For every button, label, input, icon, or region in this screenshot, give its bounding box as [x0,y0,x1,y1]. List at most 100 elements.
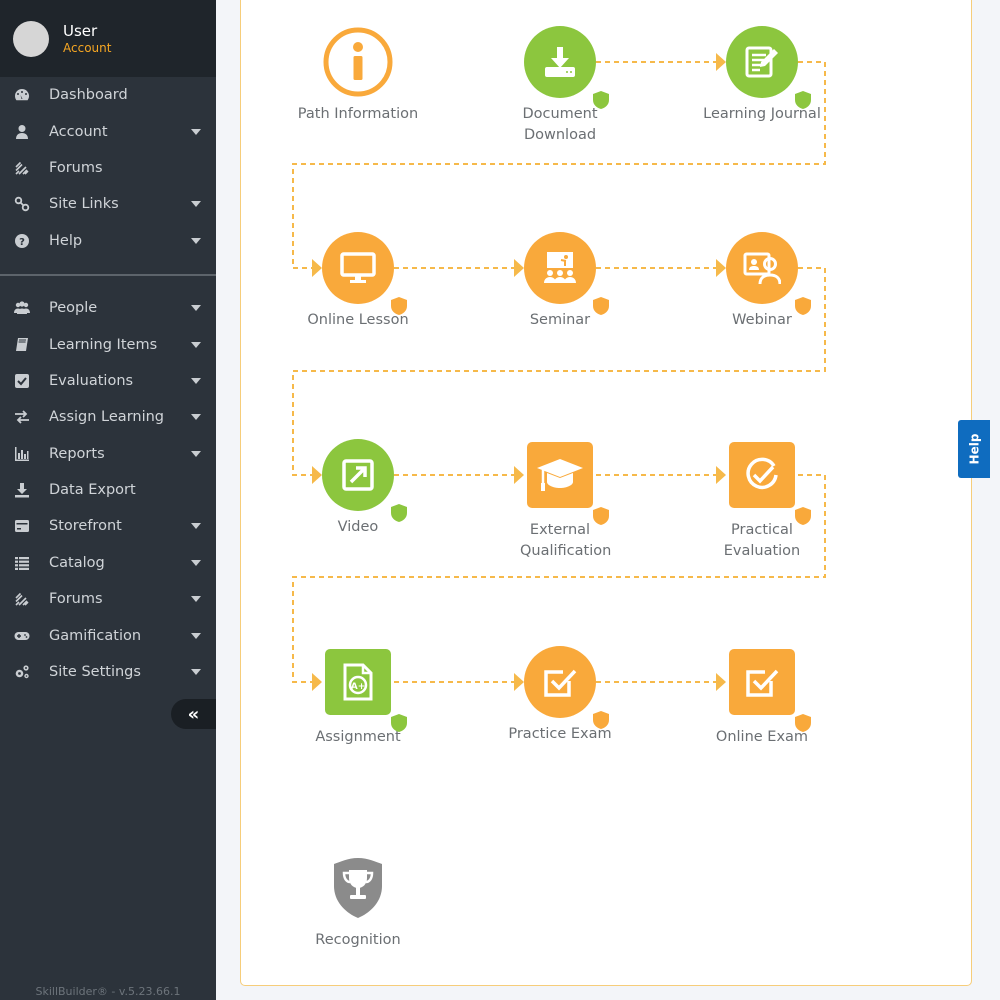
svg-text:?: ? [19,237,25,248]
chevron-down-icon[interactable] [191,201,201,208]
path-node-learning-journal[interactable]: Learning Journal [692,26,832,125]
download-icon [543,45,577,79]
user-account-link[interactable]: Account [63,40,111,56]
chevron-down-icon[interactable] [191,237,201,244]
sidebar-item-help[interactable]: ? Help [0,223,216,259]
learning-path-panel: Path Information Document Download Learnin… [240,0,972,986]
node-square[interactable]: A+ [325,649,391,715]
node-label: Practical Evaluation [723,522,801,559]
question-icon: ? [12,233,32,249]
node-circle[interactable] [726,232,798,304]
sidebar-item-site-links[interactable]: Site Links [0,186,216,222]
path-node-online-lesson[interactable]: Online Lesson [288,232,428,331]
path-node-recognition[interactable]: Recognition [288,852,428,951]
chevron-down-icon[interactable] [191,128,201,135]
bar-chart-icon [12,446,32,462]
path-node-seminar[interactable]: Seminar [490,232,630,331]
node-circle[interactable] [524,26,596,98]
shield-icon [795,714,811,732]
shield-icon [795,297,811,315]
chevron-down-icon[interactable] [191,341,201,348]
sidebar-item-label: Reports [49,445,105,462]
chevron-down-icon[interactable] [191,559,201,566]
sidebar-item-reports[interactable]: Reports [0,436,216,472]
link-icon [12,196,32,212]
chevron-down-icon[interactable] [191,414,201,421]
node-square[interactable] [729,442,795,508]
node-circle[interactable] [524,646,596,718]
node-label: Path Information [297,106,419,122]
user-profile[interactable]: User Account [0,0,216,77]
sidebar-item-label: Help [49,232,83,249]
exchange-icon [12,409,32,425]
checkbox-icon [12,373,32,389]
people-icon [12,300,32,316]
sidebar-item-label: Evaluations [49,372,134,389]
chevron-down-icon[interactable] [191,450,201,457]
node-square[interactable] [527,442,593,508]
svg-text:A+: A+ [351,682,366,692]
sidebar-item-catalog[interactable]: Catalog [0,545,216,581]
chevron-down-icon[interactable] [191,669,201,676]
dashboard-icon [12,87,32,103]
book-icon [12,337,32,353]
user-name: User [63,21,98,40]
sidebar-item-people[interactable]: People [0,290,216,326]
check-square-icon [744,664,780,700]
chevron-down-icon[interactable] [191,596,201,603]
path-node-online-exam[interactable]: Online Exam [692,646,832,748]
path-node-path-information[interactable]: Path Information [288,26,428,125]
path-node-practical-evaluation[interactable]: Practical Evaluation [692,439,832,562]
sidebar-item-site-settings[interactable]: Site Settings [0,654,216,690]
sidebar-item-forums[interactable]: Forums [0,581,216,617]
sidebar-item-evaluations[interactable]: Evaluations [0,363,216,399]
chevron-down-icon[interactable] [191,523,201,530]
node-square[interactable] [729,649,795,715]
node-circle[interactable] [524,232,596,304]
sidebar: User Account Dashboard Account Forums Site … [0,0,216,1000]
sidebar-item-label: Catalog [49,554,105,571]
sidebar-item-learning-items[interactable]: Learning Items [0,326,216,362]
chevron-down-icon[interactable] [191,377,201,384]
sidebar-item-storefront[interactable]: Storefront [0,508,216,544]
sidebar-item-data-export[interactable]: Data Export [0,472,216,508]
cogs-icon [12,664,32,680]
avatar[interactable] [13,20,49,57]
check-square-icon [542,664,578,700]
path-node-assignment[interactable]: A+ Assignment [288,646,428,748]
help-tab-button[interactable]: Help [958,420,990,478]
path-node-practice-exam[interactable]: Practice Exam [490,646,630,745]
gamepad-icon [12,628,32,644]
external-link-icon [341,458,375,492]
node-circle[interactable] [322,232,394,304]
node-circle[interactable] [322,439,394,511]
sidebar-item-dashboard[interactable]: Dashboard [0,77,216,113]
path-node-webinar[interactable]: Webinar [692,232,832,331]
sidebar-item-label: Forums [49,591,103,608]
sidebar-divider [0,273,216,276]
sidebar-item-forums[interactable]: Forums [0,150,216,186]
info-icon[interactable] [322,26,394,98]
path-node-external-qualification[interactable]: External Qualification [490,439,630,562]
shield-icon [593,711,609,729]
chevron-down-icon[interactable] [191,305,201,312]
shield-icon [593,507,609,525]
forums-icon [12,160,32,176]
download-icon [12,482,32,498]
monitor-icon [340,250,376,286]
sidebar-item-assign-learning[interactable]: Assign Learning [0,399,216,435]
chevron-down-icon[interactable] [191,632,201,639]
sidebar-item-label: Account [49,123,108,140]
collapse-sidebar-button[interactable]: « [171,699,216,729]
list-icon [12,555,32,571]
path-node-document-download[interactable]: Document Download [490,26,630,146]
shield-icon [391,297,407,315]
webinar-icon [743,251,781,285]
path-node-video[interactable]: Video [288,439,428,538]
graded-document-icon: A+ [341,663,375,701]
sidebar-item-gamification[interactable]: Gamification [0,617,216,653]
node-circle[interactable] [726,26,798,98]
trophy-shield-icon[interactable] [322,852,394,924]
sidebar-item-account[interactable]: Account [0,113,216,149]
journal-edit-icon [744,44,780,80]
